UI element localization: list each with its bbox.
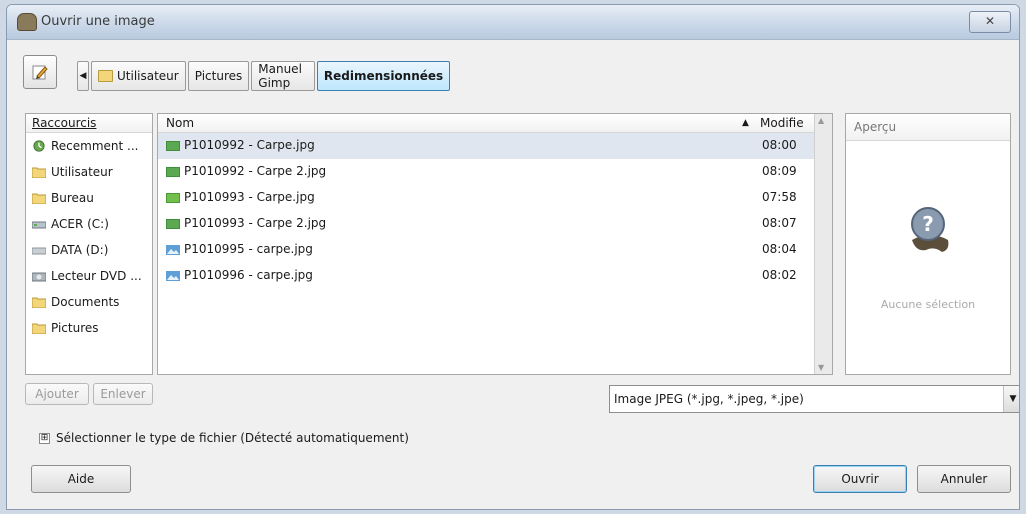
add-bookmark-button[interactable]: Ajouter (25, 383, 89, 405)
place-item-recent[interactable]: Recemment ... (26, 133, 152, 159)
file-name: P1010995 - carpe.jpg (184, 242, 313, 256)
preview-panel: Aperçu ? Aucune sélection (845, 113, 1011, 375)
file-modified: 07:58 (762, 190, 797, 204)
folder-icon (32, 323, 46, 334)
file-modified: 08:02 (762, 268, 797, 282)
expander-label: Sélectionner le type de fichier (Détecté… (56, 431, 409, 445)
file-name: P1010993 - Carpe 2.jpg (184, 216, 327, 230)
file-name: P1010992 - Carpe 2.jpg (184, 164, 327, 178)
chevron-down-icon[interactable]: ▼ (1003, 386, 1019, 412)
place-label: ACER (C:) (51, 217, 109, 231)
preview-empty-text: Aucune sélection (880, 298, 976, 311)
image-blue-icon (166, 271, 180, 281)
file-name: P1010996 - carpe.jpg (184, 268, 313, 282)
file-name: P1010992 - Carpe.jpg (184, 138, 315, 152)
place-label: Documents (51, 295, 120, 309)
place-label: Lecteur DVD ... (51, 269, 142, 283)
drive-icon (32, 221, 46, 229)
file-modified: 08:07 (762, 216, 797, 230)
title-bar[interactable]: Ouvrir une image ✕ (7, 5, 1019, 40)
svg-text:?: ? (922, 212, 934, 236)
place-item-documents[interactable]: Documents (26, 289, 152, 315)
file-modified: 08:00 (762, 138, 797, 152)
file-list: Nom ▲ Modifie P1010992 - Carpe.jpg 08:00… (157, 113, 833, 375)
place-item-data-d[interactable]: DATA (D:) (26, 237, 152, 263)
filter-selected-value: Image JPEG (*.jpg, *.jpeg, *.jpe) (614, 392, 804, 406)
breadcrumb-item-utilisateur[interactable]: Utilisateur (91, 61, 186, 91)
file-type-expander[interactable]: ⊞ Sélectionner le type de fichier (Détec… (39, 431, 409, 445)
place-item-utilisateur[interactable]: Utilisateur (26, 159, 152, 185)
file-row[interactable]: P1010993 - Carpe 2.jpg 08:07 (158, 211, 832, 237)
cancel-button[interactable]: Annuler (917, 465, 1011, 493)
image-green-icon (166, 193, 180, 203)
place-item-bureau[interactable]: Bureau (26, 185, 152, 211)
breadcrumb-item-manuel-gimp[interactable]: Manuel Gimp (251, 61, 315, 91)
image-blue-icon (166, 245, 180, 255)
place-label: Bureau (51, 191, 94, 205)
column-modified-header[interactable]: Modifie (760, 114, 804, 132)
pencil-icon (32, 65, 48, 80)
folder-icon (32, 297, 46, 308)
place-item-pictures[interactable]: Pictures (26, 315, 152, 341)
gimp-app-icon (17, 13, 37, 31)
close-button[interactable]: ✕ (969, 11, 1011, 33)
file-row[interactable]: P1010995 - carpe.jpg 08:04 (158, 237, 832, 263)
file-row[interactable]: P1010996 - carpe.jpg 08:02 (158, 263, 832, 289)
preview-header: Aperçu (846, 114, 1010, 141)
open-button[interactable]: Ouvrir (813, 465, 907, 493)
breadcrumb-item-pictures[interactable]: Pictures (187, 61, 250, 91)
places-panel: Raccourcis Recemment ... Utilisateur Bur… (25, 113, 153, 375)
place-item-lecteur-dvd[interactable]: Lecteur DVD ... (26, 263, 152, 289)
breadcrumb-item-redimensionnees[interactable]: Redimensionnées (316, 61, 451, 91)
expand-plus-icon[interactable]: ⊞ (39, 432, 50, 444)
file-modified: 08:09 (762, 164, 797, 178)
place-label: DATA (D:) (51, 243, 109, 257)
folder-icon (32, 193, 46, 204)
scroll-up-icon[interactable]: ▲ (818, 116, 824, 125)
folder-icon (98, 70, 113, 82)
gimp-preview-icon: ? (911, 207, 949, 252)
breadcrumb-label: Utilisateur (117, 69, 179, 83)
dvd-icon (32, 272, 46, 282)
places-header[interactable]: Raccourcis (26, 114, 152, 133)
place-label: Pictures (51, 321, 99, 335)
drive-icon (32, 247, 46, 255)
place-item-acer-c[interactable]: ACER (C:) (26, 211, 152, 237)
file-name: P1010993 - Carpe.jpg (184, 190, 315, 204)
image-green-icon (166, 167, 180, 177)
folder-icon (32, 167, 46, 178)
window-title: Ouvrir une image (41, 14, 155, 29)
file-list-scrollbar[interactable]: ▲ ▼ (814, 114, 832, 374)
type-location-button[interactable] (23, 55, 57, 89)
file-modified: 08:04 (762, 242, 797, 256)
file-row[interactable]: P1010992 - Carpe 2.jpg 08:09 (158, 159, 832, 185)
file-row[interactable]: P1010993 - Carpe.jpg 07:58 (158, 185, 832, 211)
column-name-header[interactable]: Nom (166, 114, 194, 132)
file-type-filter-select[interactable]: Image JPEG (*.jpg, *.jpeg, *.jpe) ▼ (609, 385, 1019, 413)
breadcrumb-back-arrow[interactable]: ◀ (77, 61, 89, 91)
file-open-dialog: Ouvrir une image ✕ ◀ Utilisateur Picture… (6, 4, 1020, 510)
image-green-icon (166, 141, 180, 151)
remove-bookmark-button[interactable]: Enlever (93, 383, 153, 405)
help-button[interactable]: Aide (31, 465, 131, 493)
image-green-icon (166, 219, 180, 229)
place-label: Recemment ... (51, 139, 139, 153)
recent-icon (33, 140, 45, 152)
sort-ascending-icon: ▲ (742, 118, 749, 128)
file-row[interactable]: P1010992 - Carpe.jpg 08:00 (158, 133, 832, 159)
breadcrumb: ◀ Utilisateur Pictures Manuel Gimp Redim… (77, 61, 452, 91)
file-list-header: Nom ▲ Modifie (158, 114, 832, 133)
place-label: Utilisateur (51, 165, 113, 179)
scroll-down-icon[interactable]: ▼ (818, 363, 824, 372)
